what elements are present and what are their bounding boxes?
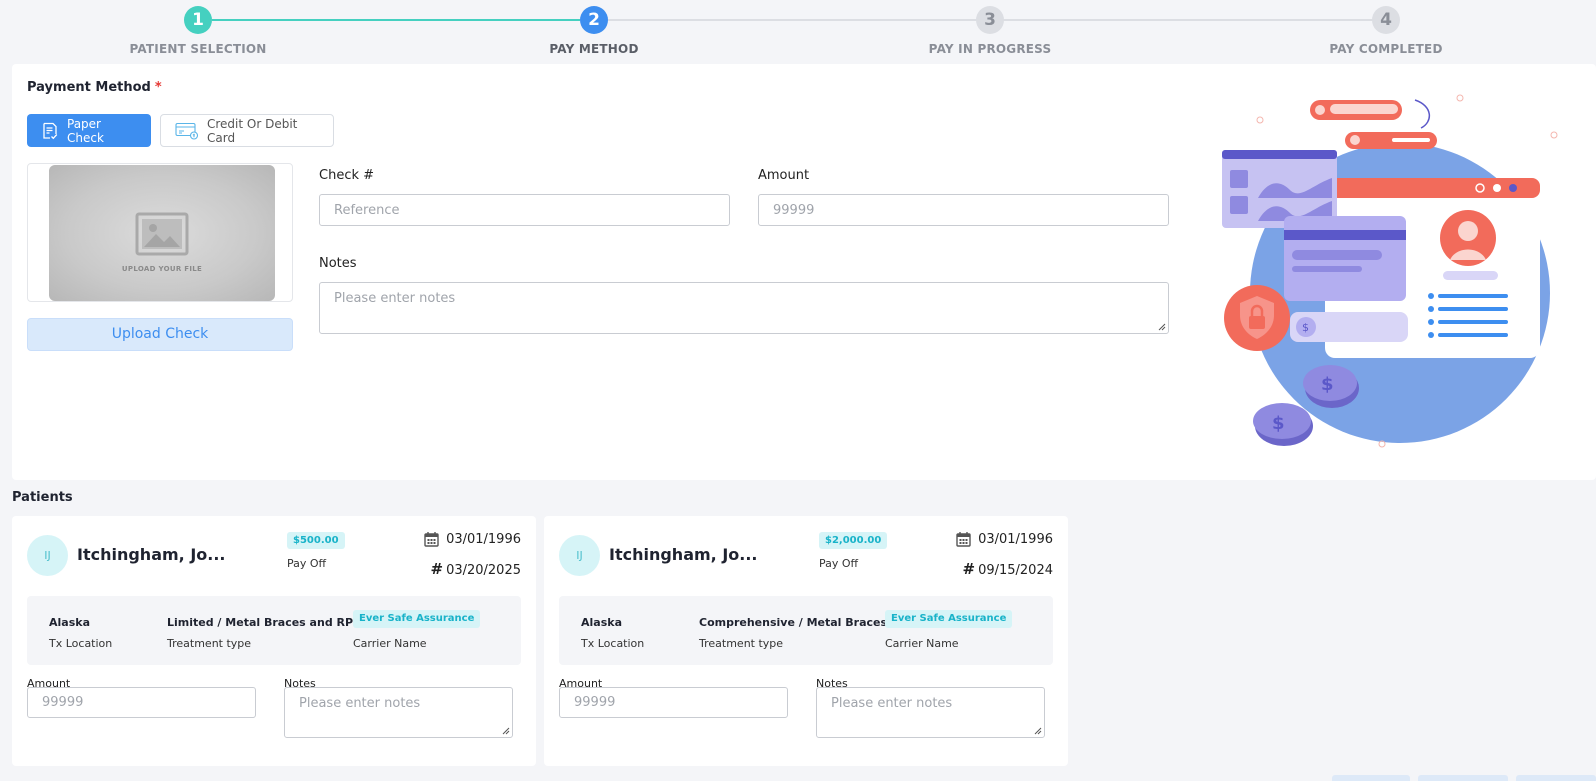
- payment-illustration: $ $ $: [1222, 94, 1558, 448]
- upload-your-file-text: UPLOAD YOUR FILE: [121, 265, 203, 273]
- step-pay-in-progress[interactable]: 3 PAY IN PROGRESS: [860, 6, 1120, 56]
- payment-method-title-text: Payment Method: [27, 80, 151, 95]
- image-placeholder-icon: [135, 212, 189, 260]
- patient-notes-textarea[interactable]: [816, 687, 1045, 738]
- check-number-input[interactable]: [319, 194, 730, 226]
- paper-check-label: Paper Check: [67, 116, 104, 145]
- check-document-icon: [41, 122, 59, 140]
- carrier-badge: Ever Safe Assurance: [353, 610, 481, 628]
- pay-type-label: Pay Off: [287, 557, 327, 570]
- patient-name[interactable]: Itchingham, Jo...: [77, 545, 226, 564]
- required-mark: *: [154, 80, 162, 95]
- carrier-name-label: Carrier Name: [885, 637, 959, 650]
- step-label: PAY METHOD: [549, 42, 639, 56]
- carrier-badge: Ever Safe Assurance: [885, 610, 1013, 628]
- paper-check-button[interactable]: Paper Check: [27, 114, 151, 147]
- resize-handle-icon[interactable]: [1034, 727, 1042, 735]
- step-number: 2: [580, 6, 608, 34]
- footer-action-button[interactable]: [1418, 775, 1508, 781]
- hash-icon: #: [430, 560, 444, 578]
- payment-date-value: 03/20/2025: [446, 563, 521, 578]
- calendar-icon: [956, 531, 971, 547]
- step-patient-selection[interactable]: 1 PATIENT SELECTION: [68, 6, 328, 56]
- tx-location-label: Tx Location: [49, 637, 113, 650]
- hash-icon: #: [962, 560, 976, 578]
- amount-badge: $2,000.00: [819, 532, 888, 549]
- carrier-name-label: Carrier Name: [353, 637, 427, 650]
- patient-card: IJ Itchingham, Jo... $2,000.00 Pay Off 0…: [544, 516, 1068, 766]
- payment-method-card: Payment Method * Paper Check Credit Or De…: [12, 64, 1596, 480]
- resize-handle-icon[interactable]: [502, 727, 510, 735]
- patient-notes-textarea[interactable]: [284, 687, 513, 738]
- patients-section-title: Patients: [12, 490, 73, 505]
- step-label: PAY IN PROGRESS: [928, 42, 1052, 56]
- payment-date: #09/15/2024: [962, 560, 1053, 578]
- step-label: PAY COMPLETED: [1329, 42, 1443, 56]
- patient-card: IJ Itchingham, Jo... $500.00 Pay Off 03/…: [12, 516, 536, 766]
- amount-badge: $500.00: [287, 532, 345, 549]
- tx-location-label: Tx Location: [581, 637, 645, 650]
- upload-preview: UPLOAD YOUR FILE: [49, 165, 275, 301]
- amount-label: Amount: [758, 168, 810, 183]
- payment-method-title: Payment Method *: [27, 80, 162, 95]
- tx-location-value: Alaska: [581, 616, 622, 629]
- payment-date: #03/20/2025: [430, 560, 521, 578]
- step-pay-method[interactable]: 2 PAY METHOD: [464, 6, 724, 56]
- check-number-label: Check #: [319, 168, 375, 183]
- resize-handle-icon[interactable]: [1158, 323, 1166, 331]
- notes-textarea[interactable]: [319, 282, 1169, 334]
- step-label: PATIENT SELECTION: [129, 42, 267, 56]
- svg-text:$: $: [1321, 374, 1334, 395]
- dob-value: 03/01/1996: [446, 531, 521, 547]
- step-number: 1: [184, 6, 212, 34]
- notes-label: Notes: [319, 256, 357, 271]
- svg-text:$: $: [1302, 321, 1309, 334]
- amount-input[interactable]: [758, 194, 1169, 226]
- footer-action-button[interactable]: [1516, 775, 1596, 781]
- step-pay-completed[interactable]: 4 PAY COMPLETED: [1256, 6, 1516, 56]
- avatar: IJ: [559, 535, 600, 576]
- treatment-type-value: Limited / Metal Braces and RPE: [167, 616, 361, 629]
- step-number: 4: [1372, 6, 1400, 34]
- date-of-birth: 03/01/1996: [956, 531, 1053, 547]
- progress-stepper: 1 PATIENT SELECTION 2 PAY METHOD 3 PAY I…: [0, 0, 1596, 62]
- tx-location-value: Alaska: [49, 616, 90, 629]
- credit-debit-card-button[interactable]: Credit Or Debit Card: [160, 114, 334, 147]
- svg-text:$: $: [1272, 413, 1285, 434]
- calendar-icon: [424, 531, 439, 547]
- upload-check-button[interactable]: Upload Check: [27, 318, 293, 351]
- avatar: IJ: [27, 535, 68, 576]
- date-of-birth: 03/01/1996: [424, 531, 521, 547]
- pay-type-label: Pay Off: [819, 557, 859, 570]
- dob-value: 03/01/1996: [978, 531, 1053, 547]
- credit-card-icon: [175, 122, 199, 140]
- patient-amount-input[interactable]: [27, 687, 256, 718]
- footer-action-button[interactable]: [1332, 775, 1410, 781]
- payment-date-value: 09/15/2024: [978, 563, 1053, 578]
- treatment-type-value: Comprehensive / Metal Braces: [699, 616, 888, 629]
- patient-amount-input[interactable]: [559, 687, 788, 718]
- treatment-type-label: Treatment type: [167, 637, 252, 650]
- credit-debit-card-label: Credit Or Debit Card: [207, 116, 298, 145]
- treatment-info-box: Alaska Tx Location Comprehensive / Metal…: [559, 596, 1053, 665]
- patient-name[interactable]: Itchingham, Jo...: [609, 545, 758, 564]
- check-upload-dropzone[interactable]: UPLOAD YOUR FILE: [27, 163, 293, 302]
- treatment-info-box: Alaska Tx Location Limited / Metal Brace…: [27, 596, 521, 665]
- step-number: 3: [976, 6, 1004, 34]
- treatment-type-label: Treatment type: [699, 637, 784, 650]
